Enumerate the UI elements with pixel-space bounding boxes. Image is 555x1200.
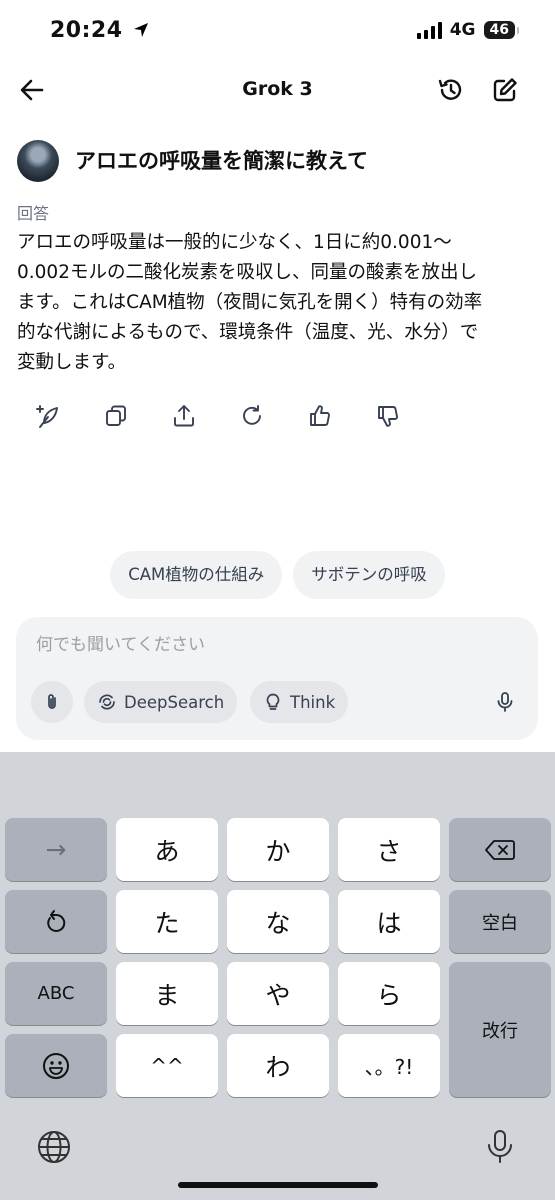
emoji-key[interactable] [5, 1034, 107, 1097]
suggestion-chips: CAM植物の仕組み サボテンの呼吸 [0, 551, 555, 599]
deepsearch-label: DeepSearch [124, 692, 225, 712]
key-kaomoji[interactable]: ^^ [116, 1034, 218, 1097]
key-ra[interactable]: ら [338, 962, 440, 1025]
space-key[interactable]: 空白 [449, 890, 551, 953]
undo-icon [47, 909, 66, 932]
microphone-icon[interactable] [487, 684, 523, 720]
location-arrow-icon [133, 23, 148, 37]
key-arrow[interactable]: → [5, 818, 107, 881]
abc-key[interactable]: ABC [5, 962, 107, 1025]
globe-icon[interactable] [36, 1129, 72, 1165]
network-type: 4G [449, 20, 476, 40]
share-icon[interactable] [166, 398, 202, 434]
answer-line: 0.002モルの二酸化炭素を吸収し、同量の酸素を放出し [17, 262, 477, 283]
signal-icon [416, 21, 442, 39]
thumbs-down-icon[interactable] [370, 398, 406, 434]
regenerate-icon[interactable] [234, 398, 270, 434]
battery-icon: 46 [483, 21, 520, 39]
answer-label: 回答 [17, 204, 50, 223]
answer-text: アロエの呼吸量は一般的に少なく、1日に約0.001〜 0.002モルの二酸化炭素… [17, 228, 537, 378]
key-ha[interactable]: は [338, 890, 440, 953]
key-a[interactable]: あ [116, 818, 218, 881]
user-avatar[interactable] [17, 140, 59, 182]
page-title: Grok 3 [242, 78, 313, 100]
copy-icon[interactable] [98, 398, 134, 434]
status-indicators: 4G 46 [416, 20, 520, 40]
paperclip-icon [48, 694, 56, 709]
answer-line: ます。これはCAM植物（夜間に気孔を開く）特有の効率 [17, 292, 483, 313]
think-button[interactable]: Think [250, 681, 349, 723]
deepsearch-button[interactable]: DeepSearch [84, 681, 238, 723]
feather-sparkle-icon[interactable] [30, 398, 66, 434]
key-sa[interactable]: さ [338, 818, 440, 881]
user-question: アロエの呼吸量を簡潔に教えて [75, 149, 368, 173]
suggestion-chip[interactable]: サボテンの呼吸 [293, 551, 445, 599]
composer: DeepSearch Think [16, 617, 538, 740]
deepsearch-swirl-icon [99, 694, 115, 710]
answer-line: 的な代謝によるもので、環境条件（温度、光、水分）で [17, 322, 479, 343]
answer-actions [30, 398, 406, 434]
key-ta[interactable]: た [116, 890, 218, 953]
attach-button[interactable] [31, 681, 73, 723]
undo-key[interactable] [5, 890, 107, 953]
suggestion-chip[interactable]: CAM植物の仕組み [110, 551, 283, 599]
answer-line: 変動します。 [17, 352, 127, 373]
message-input[interactable] [36, 635, 506, 655]
dictation-microphone-icon[interactable] [482, 1129, 518, 1165]
enter-key[interactable]: 改行 [449, 962, 551, 1097]
key-wa[interactable]: わ [227, 1034, 329, 1097]
lightbulb-icon [266, 693, 280, 710]
key-na[interactable]: な [227, 890, 329, 953]
answer-line: アロエの呼吸量は一般的に少なく、1日に約0.001〜 [17, 232, 452, 253]
backspace-icon [485, 839, 515, 860]
key-punctuation[interactable]: 、。?! [338, 1034, 440, 1097]
thumbs-up-icon[interactable] [302, 398, 338, 434]
status-time: 20:24 [50, 18, 149, 43]
key-ka[interactable]: か [227, 818, 329, 881]
new-chat-edit-icon[interactable] [487, 72, 523, 108]
key-ya[interactable]: や [227, 962, 329, 1025]
home-indicator [178, 1182, 378, 1188]
key-ma[interactable]: ま [116, 962, 218, 1025]
keyboard: → あ か さ た な は 空白 ABC ま や ら 改行 ^^ わ 、。?! [0, 752, 555, 1200]
emoji-icon [43, 1052, 69, 1079]
backspace-key[interactable] [449, 818, 551, 881]
think-label: Think [290, 692, 336, 712]
history-icon[interactable] [433, 72, 469, 108]
